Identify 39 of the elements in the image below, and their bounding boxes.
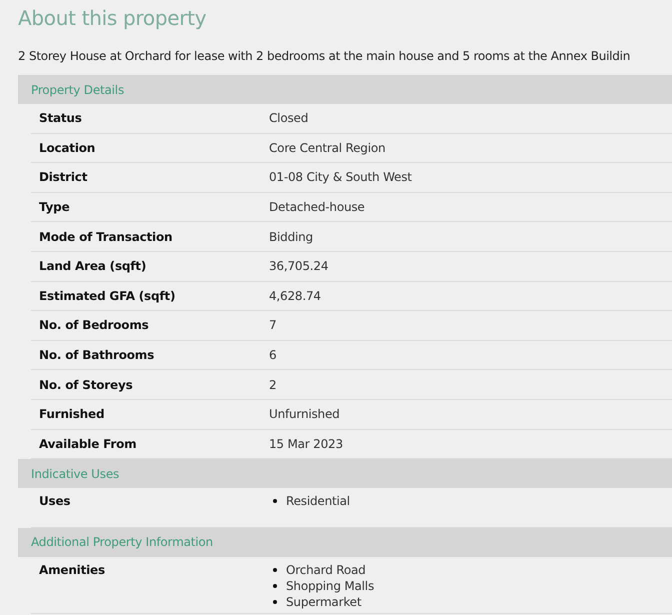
- bullet-icon: [273, 499, 277, 504]
- field-label: No. of Bathrooms: [38, 348, 156, 362]
- bullet-icon: [273, 568, 277, 572]
- field-value: 6: [269, 348, 276, 362]
- field-label: Mode of Transaction: [38, 230, 174, 244]
- field-value: 4,628.74: [269, 288, 321, 303]
- field-label: Type: [38, 200, 71, 214]
- section-header: Property Details: [18, 75, 672, 104]
- field-label: Status: [38, 111, 83, 126]
- list-item: Residential: [286, 494, 350, 508]
- field-label: Amenities: [38, 562, 106, 577]
- field-label: No. of Storeys: [38, 378, 134, 392]
- field-label: District: [38, 170, 88, 184]
- property-description: 2 Storey House at Orchard for lease with 2 bedrooms at the main house and 5 rooms at the Annex Buildin: [18, 49, 632, 63]
- page-title: About this property: [18, 6, 208, 30]
- list-item: Supermarket: [286, 594, 362, 609]
- field-value: 15 Mar 2023: [269, 436, 343, 451]
- field-value: 36,705.24: [269, 259, 328, 274]
- field-label: Estimated GFA (sqft): [38, 288, 176, 303]
- field-value: Detached-house: [269, 200, 365, 214]
- list-item: Shopping Malls: [286, 578, 374, 593]
- field-value: 01-08 City & South West: [269, 170, 412, 184]
- bullet-icon: [273, 584, 277, 588]
- field-label: Location: [38, 140, 96, 155]
- bullet-icon: [273, 600, 277, 604]
- field-label: Land Area (sqft): [38, 259, 148, 274]
- field-label: No. of Bedrooms: [38, 318, 150, 332]
- section-header: Additional Property Information: [18, 528, 672, 557]
- field-label: Furnished: [38, 407, 106, 422]
- field-value: 7: [269, 318, 276, 332]
- field-value: 2: [269, 378, 276, 392]
- list-item: Orchard Road: [286, 562, 366, 577]
- field-value: Unfurnished: [269, 407, 340, 422]
- field-value: Core Central Region: [269, 140, 386, 155]
- field-label: Uses: [38, 494, 72, 508]
- field-label: Available From: [38, 436, 138, 451]
- section-header: Indicative Uses: [18, 459, 672, 488]
- field-value: Closed: [269, 111, 308, 126]
- field-value: Bidding: [269, 230, 313, 244]
